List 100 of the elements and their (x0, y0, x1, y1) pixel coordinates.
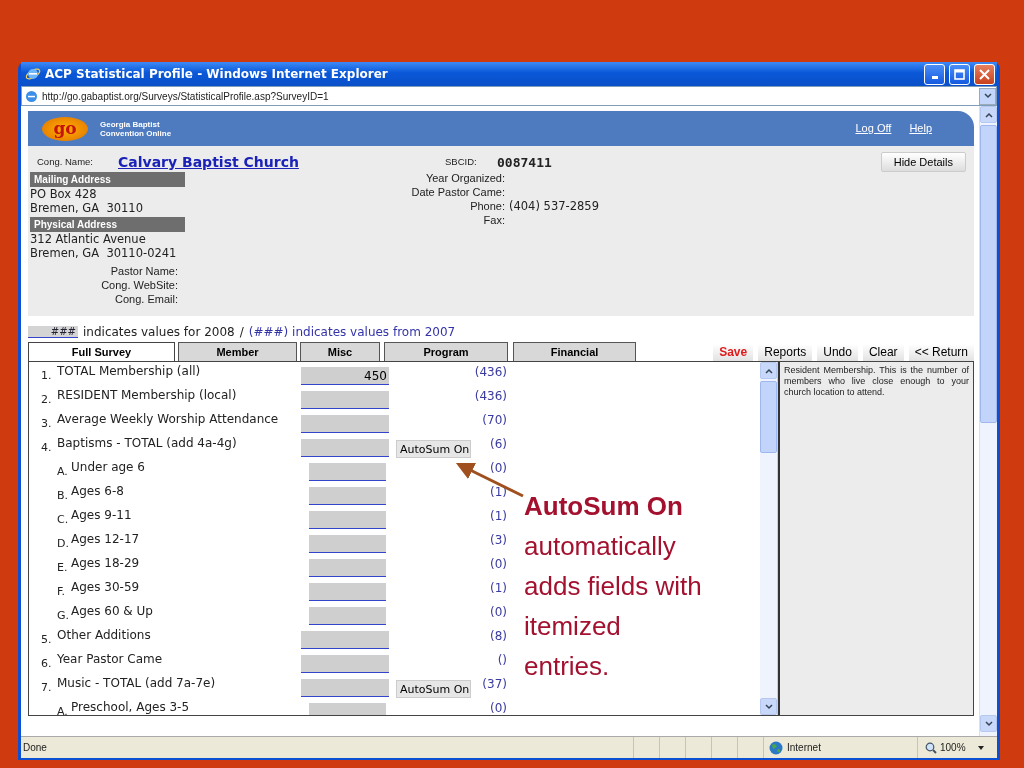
tab[interactable]: Misc (300, 342, 380, 361)
scroll-down-button[interactable] (760, 698, 777, 715)
question-label: Ages 9-11 (71, 508, 133, 522)
url-text: http://go.gabaptist.org/Surveys/StatisticalProfile.asp?SurveyID=1 (42, 89, 329, 104)
minimize-button[interactable] (924, 63, 945, 85)
input-field[interactable] (309, 583, 386, 601)
item-number: F. (57, 585, 67, 600)
zoom-icon (925, 741, 937, 754)
field-value: (404) 537-2859 (509, 199, 599, 213)
item-number: E. (57, 561, 69, 576)
item-number: 2. (41, 393, 53, 408)
address-line: Bremen, GA 30110 (30, 201, 144, 215)
caret-icon[interactable] (977, 745, 984, 750)
zone-text: Internet (787, 741, 822, 755)
header-link[interactable]: Help (909, 120, 932, 137)
browser-icon (25, 66, 41, 82)
separator-text: / (239, 324, 244, 339)
scroll-up-button[interactable] (980, 106, 997, 123)
tab[interactable]: Member (178, 342, 297, 361)
scroll-up-button[interactable] (760, 362, 777, 379)
previous-value: (0) (489, 701, 507, 715)
scrollbar-thumb[interactable] (760, 381, 777, 453)
input-field[interactable] (309, 511, 386, 529)
legend-text: indicates values for 2008 (83, 324, 235, 339)
input-field[interactable] (301, 655, 389, 673)
church-name-link[interactable]: Calvary Baptist Church (118, 154, 299, 170)
maximize-button[interactable] (949, 63, 970, 85)
input-field[interactable] (309, 607, 386, 625)
address-bar[interactable]: http://go.gabaptist.org/Surveys/StatisticalProfile.asp?SurveyID=1 (21, 86, 997, 106)
action-button[interactable]: Save (713, 344, 754, 361)
item-number: 1. (41, 369, 53, 384)
input-field[interactable] (301, 415, 389, 433)
previous-value: (436) (473, 389, 507, 403)
question-label: Average Weekly Worship Attendance (57, 412, 280, 426)
scroll-down-button[interactable] (980, 715, 997, 732)
item-number: C. (57, 513, 70, 528)
action-button[interactable]: << Return (908, 344, 974, 361)
item-number: A. (57, 705, 69, 715)
section-heading: Mailing Address (30, 172, 185, 187)
question-label: Year Pastor Came (57, 652, 164, 666)
previous-value: (0) (489, 557, 507, 571)
input-field[interactable] (301, 391, 389, 409)
legend-text: (###) indicates values from 2007 (248, 324, 456, 339)
previous-value: (37) (481, 677, 507, 691)
question-label: Ages 60 & Up (71, 604, 154, 618)
address-line: Bremen, GA 30110-0241 (30, 246, 178, 260)
hide-details-button[interactable]: Hide Details (880, 151, 966, 173)
question-label: Preschool, Ages 3-5 (71, 700, 191, 714)
header-link[interactable]: Log Off (855, 120, 892, 137)
window-title: ACP Statistical Profile - Windows Internet Explorer (45, 67, 388, 81)
scrollbar[interactable] (979, 106, 997, 736)
field-label: Cong. Name: (37, 154, 94, 169)
autosum-button[interactable]: AutoSum On (396, 440, 471, 458)
item-number: A. (57, 465, 69, 480)
tab[interactable]: Financial (513, 342, 636, 361)
input-field[interactable] (301, 679, 389, 697)
question-label: Ages 6-8 (71, 484, 125, 498)
close-button[interactable] (974, 63, 995, 85)
input-field[interactable] (309, 463, 386, 481)
sample-field: ### (28, 325, 78, 338)
dropdown-button[interactable] (979, 87, 996, 105)
maximize-icon (954, 68, 965, 80)
previous-value: (70) (481, 413, 507, 427)
item-number: 4. (41, 441, 53, 456)
field-label: Fax: (482, 213, 505, 227)
input-field[interactable] (301, 631, 389, 649)
field-label: Pastor Name: (109, 264, 178, 278)
item-number: 6. (41, 657, 53, 672)
field-label: Date Pastor Came: (410, 185, 505, 199)
input-field[interactable] (301, 439, 389, 457)
previous-value: (1) (489, 509, 507, 523)
tab[interactable]: Program (384, 342, 508, 361)
field-label: Phone: (469, 199, 505, 213)
question-label: Baptisms - TOTAL (add 4a-4g) (57, 436, 238, 450)
scrollbar-thumb[interactable] (980, 125, 997, 423)
previous-value: (436) (473, 365, 507, 379)
close-icon (979, 68, 990, 80)
previous-value: (6) (489, 437, 507, 451)
tab[interactable]: Full Survey (28, 342, 175, 361)
question-label: Ages 18-29 (71, 556, 141, 570)
sbcid-value: 0087411 (497, 155, 552, 170)
action-button[interactable]: Reports (758, 344, 813, 361)
field-label: Cong. WebSite: (100, 278, 178, 292)
input-field[interactable] (309, 535, 386, 553)
status-text: Done (22, 741, 48, 755)
item-number: 3. (41, 417, 53, 432)
previous-value: () (496, 653, 507, 667)
item-number: 7. (41, 681, 53, 696)
action-button[interactable]: Undo (817, 344, 858, 361)
address-line: PO Box 428 (30, 187, 98, 201)
autosum-button[interactable]: AutoSum On (396, 680, 471, 698)
globe-icon (769, 740, 783, 755)
input-field[interactable] (309, 559, 386, 577)
zoom-level[interactable]: 100% (940, 740, 966, 755)
question-label: Music - TOTAL (add 7a-7e) (57, 676, 217, 690)
input-field[interactable]: 450 (301, 367, 389, 385)
question-label: Under age 6 (71, 460, 146, 474)
scrollbar[interactable] (760, 362, 778, 715)
input-field[interactable] (309, 487, 386, 505)
action-button[interactable]: Clear (862, 344, 904, 361)
